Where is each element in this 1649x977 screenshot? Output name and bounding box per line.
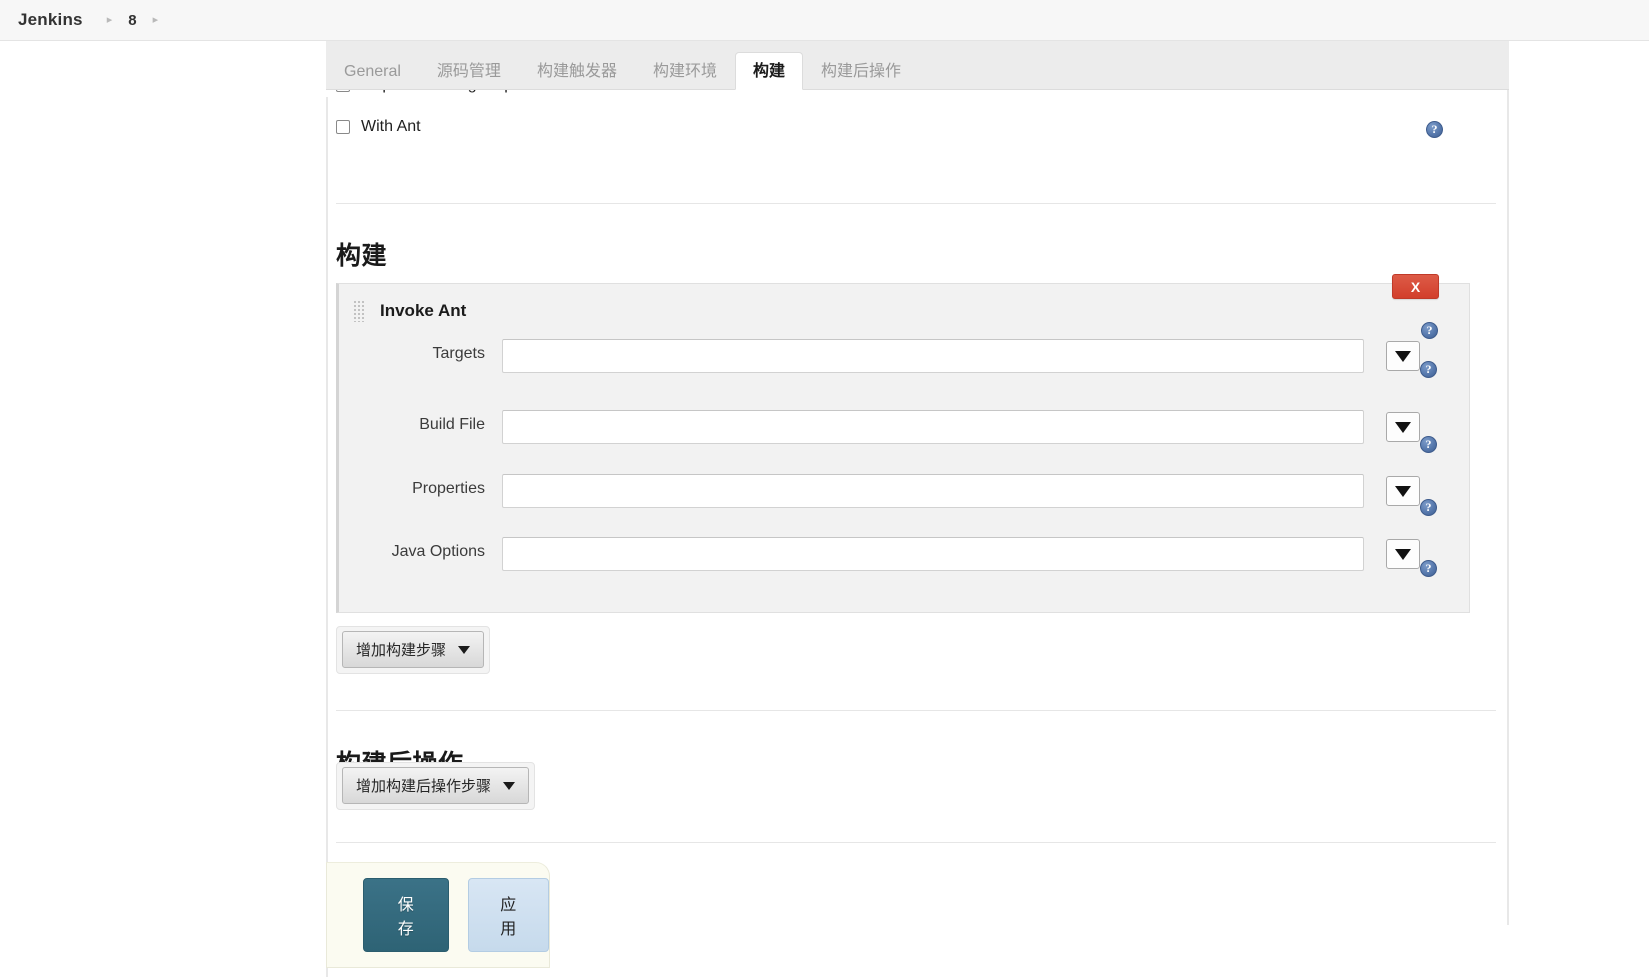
breadcrumb-root-link[interactable]: Jenkins bbox=[8, 10, 93, 30]
java-options-help-icon[interactable]: ? bbox=[1420, 560, 1437, 577]
build-step-help-icon[interactable]: ? bbox=[1421, 322, 1438, 339]
chevron-down-icon bbox=[1395, 350, 1411, 362]
properties-input[interactable] bbox=[502, 474, 1364, 508]
tab-build-triggers[interactable]: 构建触发器 bbox=[519, 52, 635, 90]
targets-input[interactable] bbox=[502, 339, 1364, 373]
section-divider-2 bbox=[336, 710, 1496, 711]
chevron-down-icon bbox=[503, 781, 516, 790]
tab-post-build-actions[interactable]: 构建后操作 bbox=[803, 52, 919, 90]
with-ant-checkbox[interactable] bbox=[336, 120, 350, 134]
properties-help-icon[interactable]: ? bbox=[1420, 499, 1437, 516]
java-options-input[interactable] bbox=[502, 537, 1364, 571]
with-ant-help-icon[interactable]: ? bbox=[1426, 121, 1443, 138]
form-left-rule bbox=[326, 97, 328, 977]
field-row-java-options: Java Options bbox=[339, 534, 1473, 582]
config-tab-bar: General 源码管理 构建触发器 构建环境 构建 构建后操作 bbox=[326, 41, 1509, 90]
properties-label: Properties bbox=[412, 480, 485, 497]
tab-build-environment[interactable]: 构建环境 bbox=[635, 52, 735, 90]
add-build-step-label: 增加构建步骤 bbox=[356, 642, 447, 659]
chevron-down-icon bbox=[1395, 548, 1411, 560]
build-file-help-icon[interactable]: ? bbox=[1420, 436, 1437, 453]
add-post-build-step-label: 增加构建后操作步骤 bbox=[356, 778, 492, 795]
add-build-step-wrapper: 增加构建步骤 bbox=[336, 626, 491, 674]
targets-dropdown-button[interactable] bbox=[1386, 341, 1420, 371]
build-step-header: Invoke Ant bbox=[353, 300, 466, 322]
with-ant-row[interactable]: With Ant bbox=[336, 118, 421, 136]
with-ant-label: With Ant bbox=[361, 118, 421, 135]
breadcrumb-item-job[interactable]: 8 bbox=[126, 12, 138, 29]
build-step-title: Invoke Ant bbox=[380, 301, 467, 320]
drag-handle-icon[interactable] bbox=[353, 300, 366, 322]
section-divider-3 bbox=[336, 842, 1496, 843]
add-build-step-button[interactable]: 增加构建步骤 bbox=[342, 631, 485, 668]
java-options-dropdown-button[interactable] bbox=[1386, 539, 1420, 569]
tab-source-management[interactable]: 源码管理 bbox=[419, 52, 519, 90]
breadcrumb-separator-icon-2: ▸ bbox=[152, 13, 159, 26]
delete-build-step-button[interactable]: X bbox=[1392, 274, 1439, 299]
chevron-down-icon bbox=[458, 645, 471, 654]
build-file-dropdown-button[interactable] bbox=[1386, 412, 1420, 442]
add-post-build-step-wrapper: 增加构建后操作步骤 bbox=[336, 762, 536, 810]
form-right-rule bbox=[1507, 90, 1509, 925]
properties-dropdown-button[interactable] bbox=[1386, 476, 1420, 506]
breadcrumb-separator-icon: ▸ bbox=[106, 13, 113, 26]
form-action-bar: 保存 应用 bbox=[326, 862, 550, 968]
add-post-build-step-button[interactable]: 增加构建后操作步骤 bbox=[342, 767, 530, 804]
breadcrumb: Jenkins ▸ 8 ▸ bbox=[0, 0, 1649, 41]
save-button[interactable]: 保存 bbox=[363, 878, 449, 952]
apply-button[interactable]: 应用 bbox=[467, 878, 549, 952]
chevron-down-icon bbox=[1395, 421, 1411, 433]
java-options-label: Java Options bbox=[391, 543, 485, 560]
field-row-targets: Targets bbox=[339, 336, 1473, 384]
build-file-input[interactable] bbox=[502, 410, 1364, 444]
section-divider-1 bbox=[336, 203, 1496, 204]
targets-label: Targets bbox=[432, 345, 485, 362]
field-row-build-file: Build File bbox=[339, 407, 1473, 455]
tab-build[interactable]: 构建 bbox=[734, 52, 803, 90]
config-form-canvas: Inspect build log for published Gradle b… bbox=[326, 41, 1509, 977]
build-step-panel-invoke-ant: Invoke Ant X Targets Build File Properti… bbox=[336, 274, 1473, 613]
build-section-heading: 构建 bbox=[336, 241, 388, 270]
field-row-properties: Properties bbox=[339, 471, 1473, 519]
tab-general[interactable]: General bbox=[326, 52, 419, 90]
targets-help-icon[interactable]: ? bbox=[1420, 361, 1437, 378]
build-file-label: Build File bbox=[419, 416, 485, 433]
chevron-down-icon bbox=[1395, 485, 1411, 497]
